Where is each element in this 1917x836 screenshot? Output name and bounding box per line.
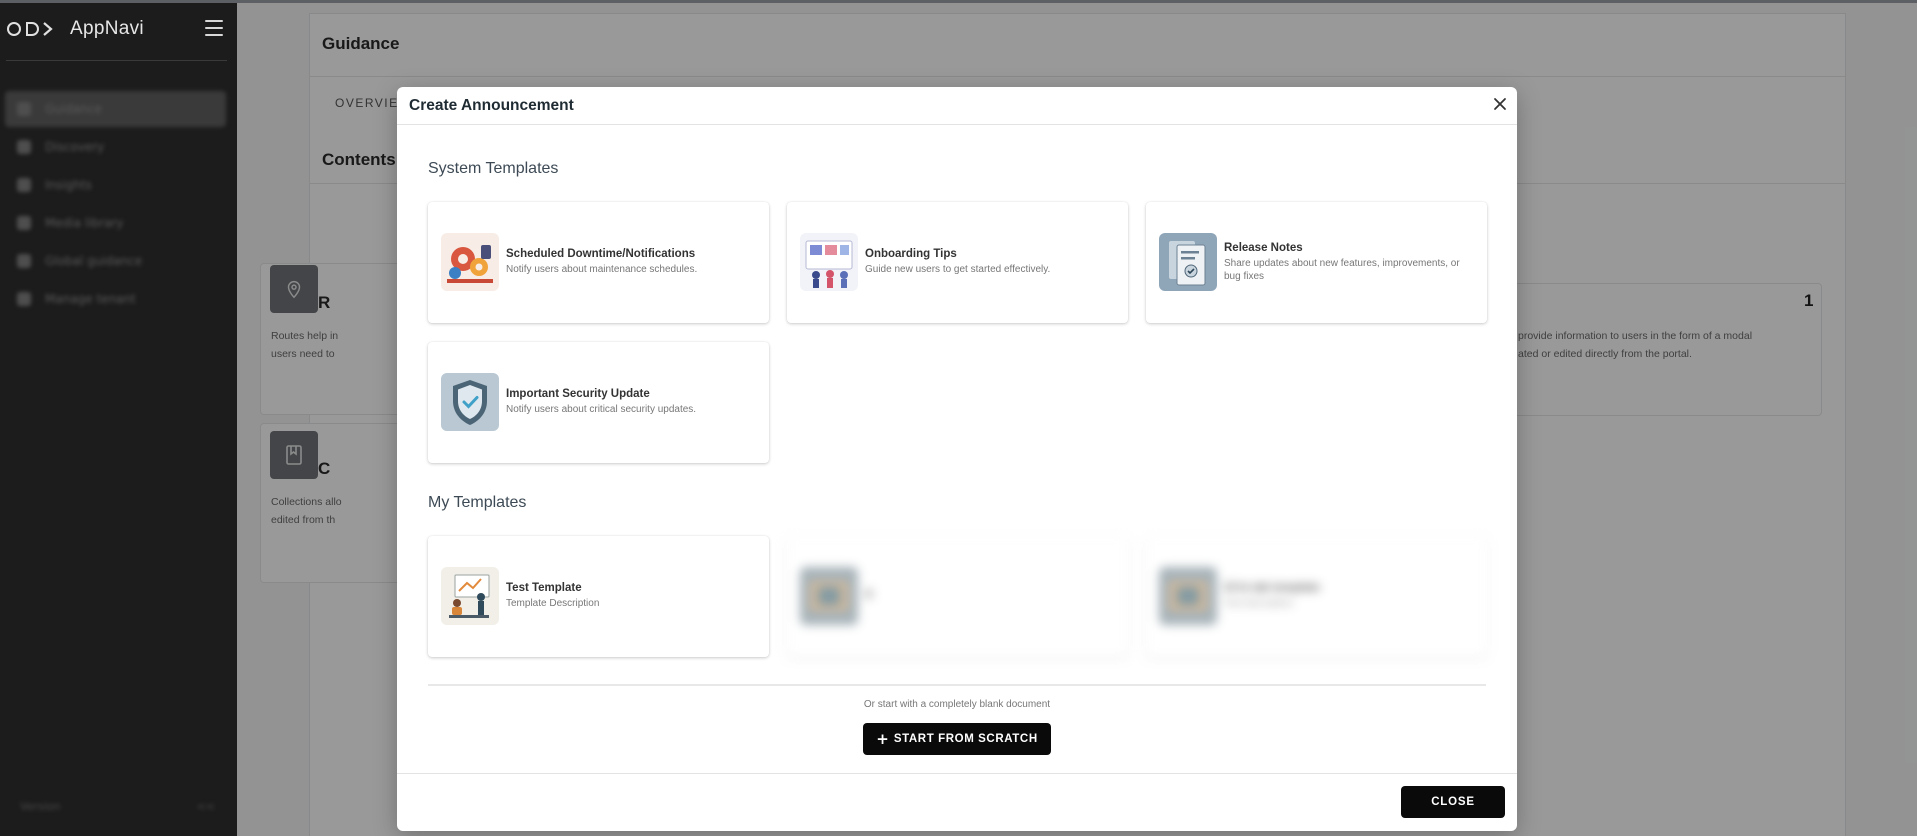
media-icon bbox=[17, 216, 31, 230]
sidebar-item-discovery[interactable]: Discovery bbox=[5, 129, 226, 165]
blank-document-hint: Or start with a completely blank documen… bbox=[863, 699, 1051, 710]
close-icon[interactable] bbox=[1491, 95, 1509, 113]
template-thumbnail-icon bbox=[800, 567, 858, 625]
template-text: Scheduled Downtime/Notifications Notify … bbox=[506, 202, 756, 323]
template-name: Onboarding Tips bbox=[865, 248, 957, 261]
template-text: X bbox=[865, 536, 1115, 657]
template-description: Template Description bbox=[506, 598, 600, 610]
app-name: AppNavi bbox=[70, 18, 144, 39]
template-name: UI In tab template bbox=[1224, 582, 1320, 595]
start-from-scratch-label: START FROM SCRATCH bbox=[893, 733, 1038, 745]
onboarding-illustration-icon bbox=[800, 233, 858, 291]
plus-icon: + bbox=[876, 729, 889, 748]
gear-icon bbox=[17, 292, 31, 306]
sidebar-item-label: Manage tenant bbox=[45, 292, 136, 306]
template-description: Guide new users to get started effective… bbox=[865, 264, 1051, 276]
maintenance-gears-illustration-icon bbox=[441, 233, 499, 291]
template-card-my-template-2[interactable]: X bbox=[787, 536, 1128, 657]
section-divider bbox=[428, 684, 1486, 686]
template-text: UI In tab template Test description bbox=[1224, 536, 1474, 657]
template-description: Share updates about new features, improv… bbox=[1224, 258, 1460, 282]
template-card-test-template[interactable]: Test Template Template Description bbox=[428, 536, 769, 657]
sidebar-footer: Version << bbox=[20, 800, 215, 813]
template-description: Test description bbox=[1224, 598, 1294, 610]
template-text: Release Notes Share updates about new fe… bbox=[1224, 202, 1474, 323]
sidebar-item-label: Global guidance bbox=[45, 254, 143, 268]
template-card-onboarding-tips[interactable]: Onboarding Tips Guide new users to get s… bbox=[787, 202, 1128, 323]
system-templates-heading: System Templates bbox=[428, 160, 559, 177]
template-name: Scheduled Downtime/Notifications bbox=[506, 248, 696, 261]
globe-icon bbox=[17, 254, 31, 268]
template-text: Onboarding Tips Guide new users to get s… bbox=[865, 202, 1115, 323]
template-name: Release Notes bbox=[1224, 242, 1303, 254]
modal-title: Create Announcement bbox=[409, 97, 574, 114]
sidebar-nav: Guidance Discovery Insights Media librar… bbox=[5, 91, 226, 319]
top-strip bbox=[0, 0, 1917, 3]
sidebar: AppNavi Guidance Discovery Insights Medi… bbox=[0, 0, 237, 836]
presentation-illustration-icon bbox=[441, 567, 499, 625]
template-thumbnail-icon bbox=[1159, 567, 1217, 625]
template-description: Notify users about maintenance schedules… bbox=[506, 264, 698, 276]
close-button[interactable]: CLOSE bbox=[1401, 786, 1505, 818]
security-shield-icon bbox=[441, 373, 499, 431]
template-card-scheduled-downtime[interactable]: Scheduled Downtime/Notifications Notify … bbox=[428, 202, 769, 323]
sidebar-item-label: Guidance bbox=[45, 102, 102, 116]
template-card-my-template-3[interactable]: UI In tab template Test description bbox=[1146, 536, 1487, 657]
template-text: Important Security Update Notify users a… bbox=[506, 342, 756, 463]
sidebar-item-manage-tenant[interactable]: Manage tenant bbox=[5, 281, 226, 317]
template-card-release-notes[interactable]: Release Notes Share updates about new fe… bbox=[1146, 202, 1487, 323]
sidebar-item-insights[interactable]: Insights bbox=[5, 167, 226, 203]
insights-icon bbox=[17, 178, 31, 192]
collapse-icon[interactable]: << bbox=[197, 800, 215, 813]
sidebar-item-label: Discovery bbox=[45, 140, 105, 154]
template-text: Test Template Template Description bbox=[506, 536, 756, 657]
hamburger-menu-icon[interactable] bbox=[205, 20, 223, 36]
start-from-scratch-button[interactable]: + START FROM SCRATCH bbox=[863, 723, 1051, 755]
version-label: Version bbox=[20, 800, 61, 813]
template-description: Notify users about critical security upd… bbox=[506, 404, 697, 416]
template-card-security-update[interactable]: Important Security Update Notify users a… bbox=[428, 342, 769, 463]
sidebar-item-global-guidance[interactable]: Global guidance bbox=[5, 243, 226, 279]
my-templates-heading: My Templates bbox=[428, 494, 527, 511]
release-notes-document-icon bbox=[1159, 233, 1217, 291]
create-announcement-modal: Create Announcement System Templates Sch… bbox=[397, 87, 1517, 831]
sidebar-item-label: Media library bbox=[45, 216, 124, 230]
modal-footer-divider bbox=[397, 773, 1517, 774]
template-name: X bbox=[865, 588, 873, 601]
brand[interactable]: AppNavi bbox=[6, 14, 144, 44]
appnavi-logo-icon bbox=[7, 22, 53, 36]
search-icon bbox=[17, 140, 31, 154]
sidebar-item-label: Insights bbox=[45, 178, 92, 192]
template-name: Important Security Update bbox=[506, 388, 650, 401]
modal-header: Create Announcement bbox=[397, 87, 1517, 125]
sidebar-item-guidance[interactable]: Guidance bbox=[5, 91, 226, 127]
sidebar-item-media-library[interactable]: Media library bbox=[5, 205, 226, 241]
template-name: Test Template bbox=[506, 582, 582, 595]
sidebar-divider bbox=[6, 60, 227, 61]
guidance-icon bbox=[17, 102, 31, 116]
